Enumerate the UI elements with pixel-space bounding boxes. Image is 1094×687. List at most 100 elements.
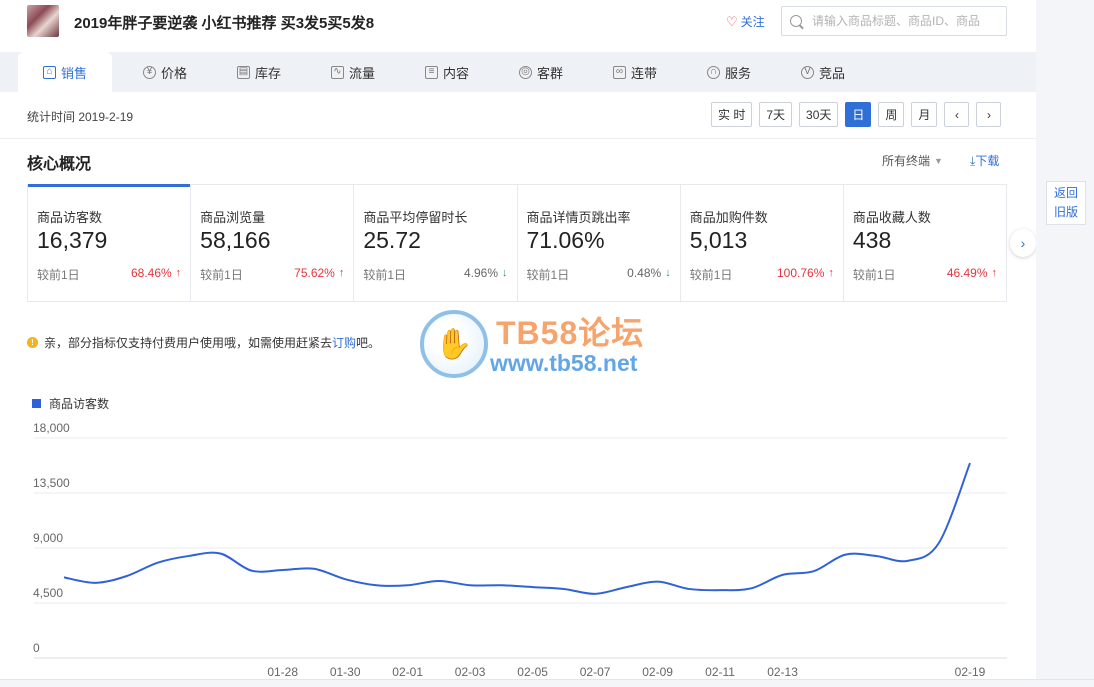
line-chart-icon: ∿ — [330, 65, 344, 79]
tab-audience[interactable]: ◎ 客群 — [494, 52, 588, 92]
notice-text: 亲，部分指标仅支持付费用户使用哦，如需使用赶紧去订购吧。 — [44, 334, 380, 351]
metric-value: 71.06% — [526, 227, 605, 253]
metric-card[interactable]: 商品加购件数 5,013 较前1日 100.76% ↑ — [681, 185, 844, 301]
link-icon: ∞ — [612, 65, 626, 79]
data-point[interactable] — [248, 568, 254, 574]
tab-content[interactable]: ≡ 内容 — [400, 52, 494, 92]
metric-compare-label: 较前1日 — [363, 268, 407, 282]
metric-card[interactable]: 商品访客数 16,379 较前1日 68.46% ↑ — [28, 184, 192, 301]
data-point[interactable] — [186, 553, 192, 559]
data-point[interactable] — [123, 573, 129, 579]
data-point[interactable] — [780, 572, 786, 578]
x-tick-label: 01-30 — [330, 665, 361, 678]
metric-card[interactable]: 商品浏览量 58,166 较前1日 75.62% ↑ — [191, 185, 355, 301]
data-point[interactable] — [61, 574, 67, 580]
metric-change-value: 46.49% — [946, 266, 988, 280]
data-point[interactable] — [217, 551, 223, 557]
range-selector: 实 时 7天 30天 日 周 月 ‹ › — [711, 102, 1002, 127]
tab-label: 内容 — [442, 65, 469, 81]
data-point[interactable] — [467, 582, 473, 588]
tab-service[interactable]: ∩ 服务 — [682, 52, 776, 92]
range-30d-button[interactable]: 30天 — [799, 102, 839, 127]
search-input[interactable] — [812, 14, 992, 28]
data-point[interactable] — [842, 552, 848, 558]
metric-change: 68.46% ↑ — [131, 266, 181, 280]
metric-card[interactable]: 商品平均停留时长 25.72 较前1日 4.96% ↓ — [354, 185, 518, 301]
data-point[interactable] — [967, 460, 973, 466]
data-point[interactable] — [436, 578, 442, 584]
data-point[interactable] — [561, 586, 567, 592]
range-month-button[interactable]: 月 — [911, 102, 938, 127]
tab-competitor[interactable]: V 竞品 — [776, 52, 870, 92]
metric-card[interactable]: 商品详情页跳出率 71.06% 较前1日 0.48% ↓ — [518, 185, 681, 301]
data-point[interactable] — [936, 540, 942, 546]
data-point[interactable] — [311, 566, 317, 572]
data-point[interactable] — [623, 584, 629, 590]
document-icon: ≡ — [424, 65, 438, 79]
visitor-trend-chart: 18,000 13,500 9,000 4,500 0 01-28 01-30 02-01 02… — [33, 421, 1007, 678]
range-week-button[interactable]: 周 — [878, 102, 905, 127]
warning-icon: ! — [27, 337, 38, 348]
data-point[interactable] — [405, 582, 411, 588]
data-point[interactable] — [342, 576, 348, 582]
metric-card[interactable]: 商品收藏人数 438 较前1日 46.49% ↑ — [844, 185, 1008, 301]
data-point[interactable] — [592, 591, 598, 597]
data-point[interactable] — [873, 553, 879, 559]
data-point[interactable] — [92, 580, 98, 586]
data-point[interactable] — [811, 568, 817, 574]
x-tick-label: 02-01 — [392, 665, 423, 678]
metric-compare-label: 较前1日 — [852, 268, 896, 282]
metric-compare-label: 较前1日 — [37, 268, 80, 282]
range-realtime-button[interactable]: 实 时 — [711, 102, 753, 127]
download-label: 下载 — [975, 154, 1000, 168]
tab-price[interactable]: ¥ 价格 — [118, 52, 212, 92]
heart-icon: ♡ — [726, 13, 738, 29]
range-7d-button[interactable]: 7天 — [759, 102, 793, 127]
range-day-button[interactable]: 日 — [845, 102, 872, 127]
data-point[interactable] — [280, 567, 286, 573]
core-overview-header: 核心概况 所有终端 ▼ ⤓下载 — [0, 138, 1036, 184]
prev-date-button[interactable]: ‹ — [944, 102, 970, 127]
stat-time: 统计时间 2019-2-19 — [27, 110, 134, 124]
chevron-right-icon[interactable]: › — [1010, 229, 1036, 257]
data-point[interactable] — [655, 579, 661, 585]
tab-traffic[interactable]: ∿ 流量 — [306, 52, 400, 92]
metric-change: 46.49% ↑ — [947, 266, 997, 280]
tab-related[interactable]: ∞ 连带 — [588, 52, 682, 92]
series-line-visitors[interactable] — [63, 462, 971, 595]
data-point[interactable] — [748, 585, 754, 591]
data-point[interactable] — [373, 582, 379, 588]
metric-change-value: 4.96% — [463, 266, 499, 280]
follow-button[interactable]: ♡ 关注 — [726, 13, 765, 30]
data-point[interactable] — [530, 584, 536, 590]
metric-value: 438 — [852, 227, 892, 253]
terminal-label: 所有终端 — [882, 154, 931, 168]
arrow-up-icon: ↑ — [175, 267, 182, 279]
x-tick-label: 02-19 — [955, 665, 986, 678]
y-tick-label: 18,000 — [33, 421, 70, 435]
y-tick-label: 4,500 — [33, 586, 63, 600]
data-point[interactable] — [717, 587, 723, 593]
subscribe-link[interactable]: 订购 — [332, 336, 356, 350]
download-button[interactable]: ⤓下载 — [970, 152, 999, 169]
back-to-old-version-button[interactable]: 返回 旧版 — [1046, 181, 1086, 225]
tab-label: 竞品 — [818, 65, 845, 81]
data-point[interactable] — [498, 582, 504, 588]
page: 2019年胖子要逆袭 小红书推荐 买3发5买5发8 ♡ 关注 ⌂ 销售 ¥ 价格 ▤… — [0, 0, 1094, 687]
next-date-button[interactable]: › — [976, 102, 1002, 127]
metric-compare-label: 较前1日 — [689, 268, 733, 282]
back-old-line1: 返回 — [1053, 186, 1078, 200]
terminal-dropdown[interactable]: 所有终端 ▼ — [882, 152, 943, 169]
watermark-url: www.tb58.net — [490, 350, 638, 376]
product-search[interactable] — [781, 6, 1007, 36]
y-tick-label: 0 — [33, 641, 40, 655]
product-thumbnail[interactable] — [27, 5, 59, 37]
metric-name: 商品加购件数 — [689, 210, 768, 225]
metric-change: 75.62% ↑ — [294, 266, 344, 280]
data-point[interactable] — [686, 586, 692, 592]
data-point[interactable] — [905, 558, 911, 564]
data-point[interactable] — [155, 560, 161, 566]
tab-sales[interactable]: ⌂ 销售 — [18, 52, 112, 92]
tab-inventory[interactable]: ▤ 库存 — [212, 52, 306, 92]
metric-change-value: 75.62% — [294, 266, 335, 280]
